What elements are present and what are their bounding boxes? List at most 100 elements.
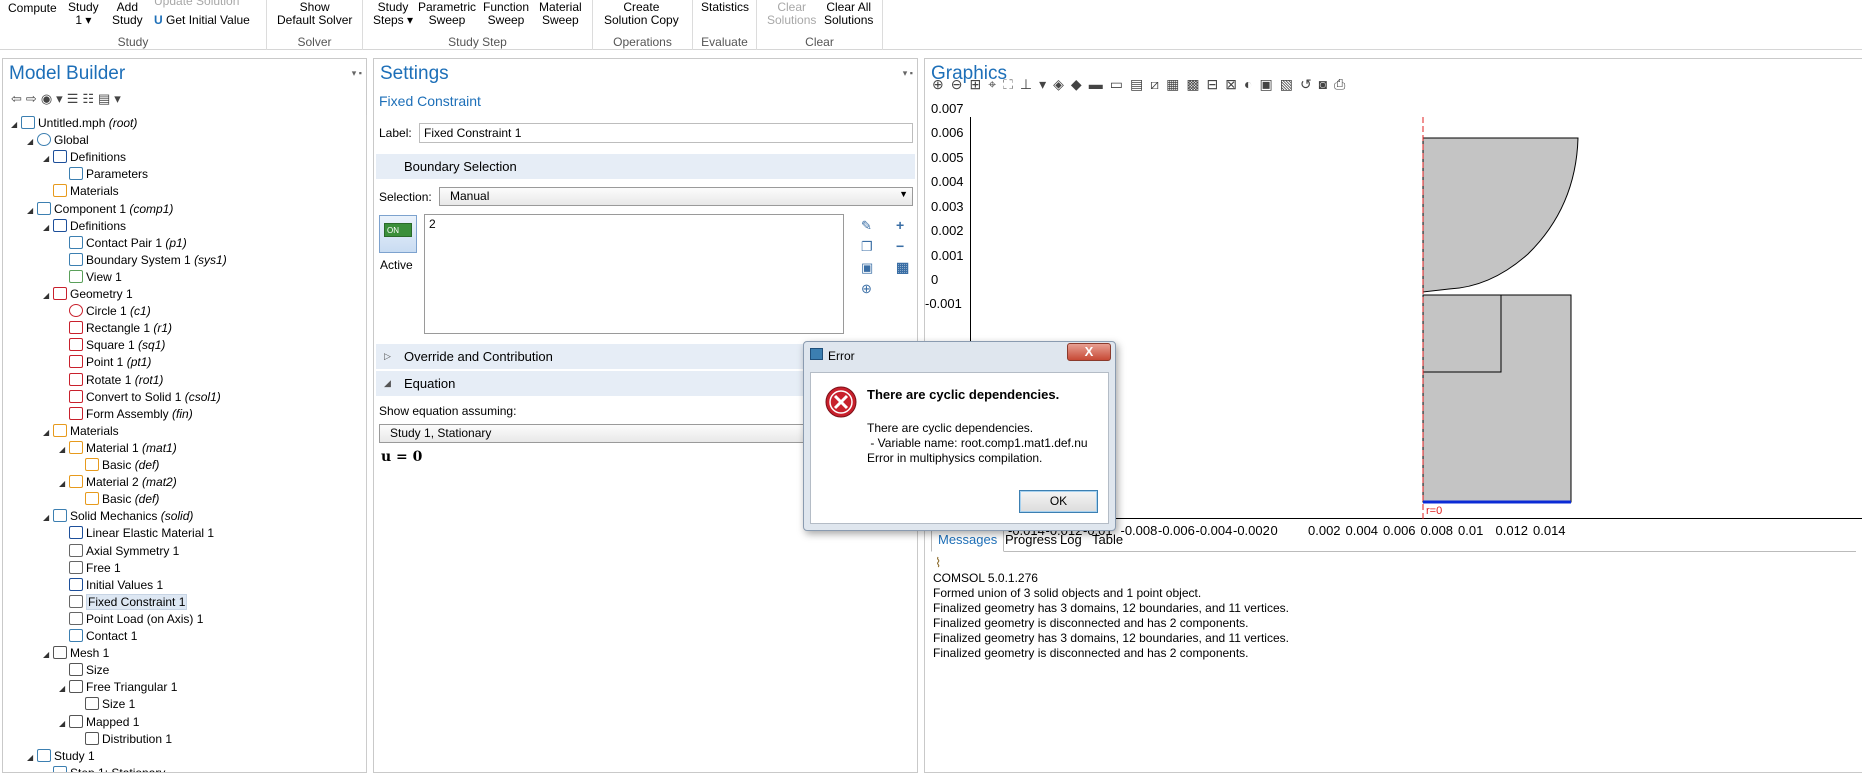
study-steps-button[interactable]: Study Steps ▾ [373, 1, 413, 27]
equation-study-dropdown[interactable]: Study 1, Stationary [379, 424, 809, 443]
get-initial-value-button[interactable]: U Get Initial Value [154, 13, 250, 27]
tree-node[interactable]: Rotate 1 (rot1) [59, 372, 163, 389]
tree-toggle-icon[interactable]: ◢ [27, 133, 37, 150]
tree-node[interactable]: Step 1: Stationary [43, 765, 165, 772]
section-boundary-selection[interactable]: Boundary Selection [376, 154, 915, 179]
view-icon[interactable]: ◐ [1244, 76, 1259, 92]
tree-toggle-icon[interactable]: ◢ [27, 749, 37, 766]
remove-icon[interactable]: − [896, 236, 909, 257]
copy-selection-icon[interactable]: ❐ [861, 236, 873, 257]
select-boundaries-icon[interactable]: ▬ [1089, 76, 1110, 92]
tree-node[interactable]: Initial Values 1 [59, 577, 163, 594]
tree-node[interactable]: Point Load (on Axis) 1 [59, 611, 203, 628]
create-solution-copy-button[interactable]: Create Solution Copy [604, 1, 679, 27]
tree-node[interactable]: Fixed Constraint 1 [59, 593, 188, 611]
zoom-selection-icon[interactable]: ⊕ [861, 278, 873, 299]
collapse-icon[interactable]: ☰ [67, 91, 83, 106]
print-icon[interactable]: ⎙ [1334, 76, 1352, 92]
active-toggle-button[interactable]: ON [379, 215, 417, 253]
tree-node[interactable]: ◢ Mapped 1 [59, 714, 139, 731]
tree-node[interactable]: Form Assembly (fin) [59, 406, 193, 423]
zoom-selected-icon[interactable]: ⌖ [988, 76, 1003, 92]
clipboard-icon[interactable]: ▣ [861, 257, 873, 278]
tree-node[interactable]: Axial Symmetry 1 [59, 543, 179, 560]
clear-messages-broom-icon[interactable]: ⌇ [935, 555, 941, 571]
zoom-box-icon[interactable]: ⊞ [969, 76, 988, 92]
tree-node[interactable]: ◢ Component 1 (comp1) [27, 201, 173, 218]
tree-node[interactable]: Basic (def) [75, 491, 159, 508]
tree-toggle-icon[interactable]: ◢ [59, 441, 69, 458]
tree-node[interactable]: Square 1 (sq1) [59, 337, 165, 354]
clear-selection-icon[interactable]: ▦ [896, 257, 909, 278]
paste-selection-icon[interactable]: ✎ [861, 215, 873, 236]
deselect-icon[interactable]: ⧄ [1150, 76, 1166, 92]
tree-node[interactable]: Point 1 (pt1) [59, 354, 151, 371]
clear-solutions-button[interactable]: Clear Solutions [767, 1, 816, 27]
tree-node[interactable]: ◢ Solid Mechanics (solid) [43, 508, 193, 525]
clear-all-solutions-button[interactable]: Clear All Solutions [824, 1, 873, 27]
select-objects-icon[interactable]: ◈ [1053, 76, 1071, 92]
update-solution-button[interactable]: Update Solution [154, 0, 239, 8]
tree-node[interactable]: Circle 1 (c1) [59, 303, 151, 320]
tab-table[interactable]: Table [1085, 528, 1130, 552]
tree-node[interactable]: Basic (def) [75, 457, 159, 474]
tree-node[interactable]: Boundary System 1 (sys1) [59, 252, 227, 269]
tree-node[interactable]: ◢ Global [27, 132, 89, 149]
tree-node[interactable]: ◢ Study 1 [27, 748, 95, 765]
tree-toggle-icon[interactable]: ◢ [59, 475, 69, 492]
tree-node[interactable]: ◢ Definitions [43, 149, 126, 166]
render-icon[interactable]: ▦ [1166, 76, 1186, 92]
tree-toggle-icon[interactable]: ◢ [59, 680, 69, 697]
tab-messages[interactable]: Messages [931, 528, 1005, 552]
dialog-close-button[interactable]: X [1067, 343, 1111, 361]
tree-node[interactable]: Distribution 1 [75, 731, 172, 748]
selection-dropdown[interactable]: Manual ▼ [439, 187, 913, 206]
tree-node[interactable]: Size [59, 662, 109, 679]
tree-node[interactable]: ◢ Materials [43, 423, 119, 440]
statistics-button[interactable]: Statistics [701, 1, 749, 14]
forward-arrow-icon[interactable]: ⇨ [26, 91, 41, 106]
study-dropdown-button[interactable]: Study 1 ▾ [68, 1, 99, 27]
tree-toggle-icon[interactable]: ◢ [27, 202, 37, 219]
more-dropdown-icon[interactable]: ▾ [114, 91, 125, 106]
tree-toggle-icon[interactable]: ◢ [43, 287, 53, 304]
transparency-icon[interactable]: ▧ [1280, 76, 1300, 92]
tree-node[interactable]: ◢ Material 1 (mat1) [59, 440, 177, 457]
hide-icon[interactable]: ⊠ [1225, 76, 1244, 92]
tree-toggle-icon[interactable]: ◢ [43, 219, 53, 236]
compute-button[interactable]: Compute [8, 2, 57, 15]
tree-toggle-icon[interactable]: ◢ [43, 424, 53, 441]
tree-node[interactable]: Parameters [59, 166, 148, 183]
tree-node[interactable]: ◢ Material 2 (mat2) [59, 474, 177, 491]
reset-view-icon[interactable]: ↺ [1300, 76, 1319, 92]
domain-square[interactable] [1422, 294, 1502, 373]
axis-orientation-icon[interactable]: ⊥▾ [1020, 76, 1053, 92]
material-sweep-button[interactable]: Material Sweep [539, 1, 582, 27]
expand-icon[interactable]: ☷ [82, 91, 98, 106]
panel-pin-icon[interactable]: ▾ ▪ [352, 68, 362, 79]
tree-node[interactable]: Rectangle 1 (r1) [59, 320, 172, 337]
zoom-extents-icon[interactable]: ⛶ [1003, 76, 1020, 92]
select-edges-icon[interactable]: ▭ [1110, 76, 1130, 92]
selection-list[interactable]: 2 [424, 214, 844, 334]
function-sweep-button[interactable]: Function Sweep [483, 1, 529, 27]
tree-node[interactable]: Linear Elastic Material 1 [59, 525, 214, 542]
grid-icon[interactable]: ▩ [1186, 76, 1206, 92]
tree-node[interactable]: ◢ Mesh 1 [43, 645, 109, 662]
show-default-solver-button[interactable]: Show Default Solver [277, 1, 352, 27]
tree-node[interactable]: ◢ Definitions [43, 218, 126, 235]
show-icon[interactable]: ◉▾ [41, 91, 67, 106]
ok-button[interactable]: OK [1019, 490, 1098, 513]
tree-node[interactable]: ◢ Untitled.mph (root) [11, 115, 137, 132]
back-arrow-icon[interactable]: ⇦ [11, 91, 26, 106]
tree-node[interactable]: View 1 [59, 269, 122, 286]
select-points-icon[interactable]: ▤ [1130, 76, 1150, 92]
tree-toggle-icon[interactable]: ◢ [43, 150, 53, 167]
tree-node[interactable]: Convert to Solid 1 (csol1) [59, 389, 221, 406]
tab-log[interactable]: Log [1053, 528, 1089, 552]
add-icon[interactable]: + [896, 215, 909, 236]
zoom-out-icon[interactable]: ⊖ [951, 76, 970, 92]
tree-node[interactable]: Contact 1 [59, 628, 137, 645]
parametric-sweep-button[interactable]: Parametric Sweep [418, 1, 476, 27]
zoom-in-icon[interactable]: ⊕ [932, 76, 951, 92]
